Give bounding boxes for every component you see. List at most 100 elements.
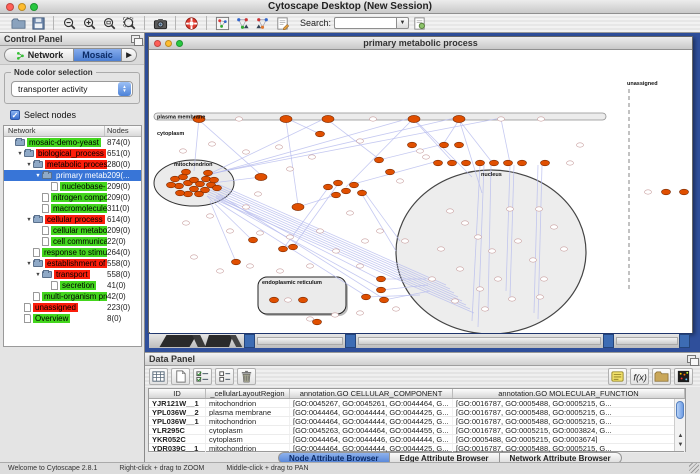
network-window-titlebar[interactable]: primary metabolic process: [149, 37, 692, 50]
tree-column-network[interactable]: Network: [4, 126, 105, 136]
new-attribute-icon[interactable]: [171, 368, 190, 385]
tree-row-cellular-process[interactable]: ▼cellular process614(0): [4, 214, 141, 225]
network-node[interactable]: [357, 264, 364, 268]
network-node[interactable]: [183, 221, 190, 225]
network-node-selected[interactable]: [453, 115, 465, 122]
network-node-selected[interactable]: [440, 142, 449, 148]
network-node[interactable]: [277, 269, 284, 273]
network-node-selected[interactable]: [182, 169, 191, 175]
network-node-selected[interactable]: [350, 182, 359, 188]
network-node-selected[interactable]: [167, 182, 176, 188]
function-builder-icon[interactable]: f(x): [630, 368, 649, 385]
network-node[interactable]: [180, 149, 187, 153]
network-node-selected[interactable]: [255, 173, 267, 180]
network-node-selected[interactable]: [171, 176, 180, 182]
network-node[interactable]: [287, 167, 294, 171]
network-node-selected[interactable]: [358, 190, 367, 196]
network-node[interactable]: [482, 307, 489, 311]
network-node[interactable]: [537, 295, 544, 299]
help-icon[interactable]: [181, 15, 201, 32]
column-header-0[interactable]: ID: [149, 389, 206, 398]
tree-row-cellular-metabol[interactable]: cellular metabol209(0): [4, 225, 141, 236]
label-icon[interactable]: [608, 368, 627, 385]
network-node-selected[interactable]: [362, 294, 371, 300]
float-panel-icon[interactable]: [131, 35, 140, 43]
zoom-out-icon[interactable]: [59, 15, 79, 32]
network-node-selected[interactable]: [196, 181, 205, 187]
network-node[interactable]: [191, 255, 198, 259]
network-node-selected[interactable]: [270, 297, 279, 303]
network-node[interactable]: [417, 149, 424, 153]
network-node[interactable]: [475, 235, 482, 239]
network-node[interactable]: [247, 264, 254, 268]
network-node[interactable]: [347, 211, 354, 215]
network-node[interactable]: [577, 143, 584, 147]
network-node[interactable]: [357, 139, 364, 143]
network-node[interactable]: [285, 298, 292, 302]
network-node[interactable]: [402, 239, 409, 243]
network-node-selected[interactable]: [455, 142, 464, 148]
network-node[interactable]: [255, 192, 262, 196]
table-row-YPL036W__1[interactable]: YPL036W__1mitochondrion[GO:0044464, GO:0…: [149, 417, 685, 426]
save-icon[interactable]: [28, 15, 48, 32]
network-node-selected[interactable]: [377, 276, 386, 282]
tree-row-nitrogen-compo[interactable]: nitrogen compo209(0): [4, 192, 141, 203]
network-node[interactable]: [333, 249, 340, 253]
network-node-selected[interactable]: [313, 319, 322, 325]
zoom-fit-icon[interactable]: [99, 15, 119, 32]
network-node-selected[interactable]: [175, 183, 184, 189]
tree-column-nodes[interactable]: Nodes: [105, 126, 141, 136]
select-nodes-checkbox[interactable]: ✓: [10, 110, 20, 120]
network-node-selected[interactable]: [213, 185, 222, 191]
network-node-selected[interactable]: [299, 297, 308, 303]
network-node-selected[interactable]: [377, 287, 386, 293]
tree-row-macromolecule[interactable]: macromolecule311(0): [4, 203, 141, 214]
table-scrollbar[interactable]: ▲▼: [674, 399, 685, 451]
tab-overflow-arrow[interactable]: ▶: [122, 48, 137, 62]
network-node[interactable]: [447, 209, 454, 213]
tree-expand-icon[interactable]: ▼: [16, 151, 24, 157]
tree-row-establishment-of-lo[interactable]: ▼establishment of lo558(0): [4, 258, 141, 269]
table-row-YJR121W__1[interactable]: YJR121W__1mitochondrion[GO:0045267, GO:0…: [149, 399, 685, 408]
network-node[interactable]: [452, 299, 459, 303]
network-node[interactable]: [209, 142, 216, 146]
network-node-selected[interactable]: [680, 189, 689, 195]
network-node-selected[interactable]: [324, 184, 333, 190]
tree-row-nucleobase-[interactable]: nucleobase-209(0): [4, 181, 141, 192]
attribute-grid-icon[interactable]: [149, 368, 168, 385]
network-node[interactable]: [377, 229, 384, 233]
network-node[interactable]: [429, 277, 436, 281]
network-node-selected[interactable]: [334, 180, 343, 186]
configure-search-icon[interactable]: [409, 15, 429, 32]
network-node-selected[interactable]: [249, 237, 258, 243]
network-node[interactable]: [438, 247, 445, 251]
network-node[interactable]: [536, 207, 543, 211]
network-node-selected[interactable]: [504, 160, 513, 166]
network-node[interactable]: [287, 235, 294, 239]
search-input[interactable]: [334, 17, 396, 29]
network-node[interactable]: [357, 311, 364, 315]
select-attributes-icon[interactable]: [193, 368, 212, 385]
network-node[interactable]: [561, 247, 568, 251]
network-node-selected[interactable]: [195, 191, 204, 197]
tree-row-biological-process[interactable]: ▼biological_process651(0): [4, 148, 141, 159]
zoom-selected-icon[interactable]: [119, 15, 139, 32]
scrollbar-thumb[interactable]: [676, 401, 684, 419]
network-canvas[interactable]: plasma membranecytoplasmmitochondrionnuc…: [150, 51, 692, 333]
tree-row-mosaic-demo-yeast[interactable]: mosaic-demo-yeast874(0): [4, 137, 141, 148]
node-color-dropdown[interactable]: transporter activity ▲▼: [11, 81, 133, 97]
network-node[interactable]: [307, 264, 314, 268]
network-node-selected[interactable]: [541, 160, 550, 166]
network-node[interactable]: [495, 277, 502, 281]
table-row-YPL036W__2[interactable]: YPL036W__2plasma membrane[GO:0044464, GO…: [149, 408, 685, 417]
network-node-selected[interactable]: [375, 157, 384, 163]
tree-row-multi-organism-pro[interactable]: multi-organism pro42(0): [4, 291, 141, 302]
network-node-selected[interactable]: [490, 160, 499, 166]
network-node-selected[interactable]: [232, 259, 241, 265]
network-node[interactable]: [370, 117, 377, 121]
network-node-selected[interactable]: [434, 160, 443, 166]
network-node-selected[interactable]: [408, 142, 417, 148]
network-node[interactable]: [227, 229, 234, 233]
network-node-selected[interactable]: [462, 160, 471, 166]
network-node[interactable]: [567, 161, 574, 165]
